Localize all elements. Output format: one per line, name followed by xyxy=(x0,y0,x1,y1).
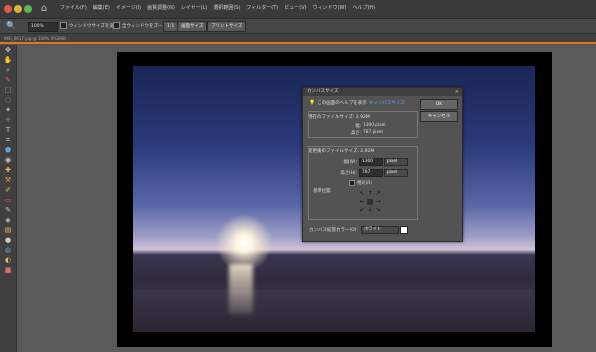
image-reflection xyxy=(229,264,253,314)
fit-screen-button[interactable]: 画面サイズ xyxy=(177,21,208,32)
current-width-value: 1300 pixel xyxy=(363,123,386,128)
help-text: この画面のヘルプを表示 xyxy=(317,101,367,106)
clone-stamp-tool-icon[interactable]: ⚒ xyxy=(0,175,16,185)
new-height-input[interactable]: 787 xyxy=(359,169,383,177)
ok-button[interactable]: OK xyxy=(420,99,458,110)
current-height-value: 787 pixel xyxy=(363,130,383,135)
zoom-level-select[interactable]: 100% xyxy=(28,22,58,32)
magic-wand-tool-icon[interactable]: ✧ xyxy=(0,115,16,125)
spot-healing-tool-icon[interactable]: ✚ xyxy=(0,165,16,175)
anchor-center-icon[interactable] xyxy=(366,198,374,206)
document-tab[interactable]: IMG_0617.jpg @ 100% (RGB/8) xyxy=(0,34,596,44)
width-unit-select[interactable]: pixel xyxy=(384,158,408,166)
menu-edit[interactable]: 編集(E) xyxy=(93,4,110,11)
anchor-grid[interactable]: ↖ ↑ ↗ ← → ↙ ↓ ↘ xyxy=(358,190,382,214)
brush-tool-icon[interactable]: ✐ xyxy=(0,185,16,195)
lightbulb-icon: 💡 xyxy=(309,100,316,106)
menu-help[interactable]: ヘルプ(H) xyxy=(352,4,375,11)
menu-image[interactable]: イメージ(I) xyxy=(116,4,141,11)
new-width-input[interactable]: 1300 xyxy=(359,158,383,166)
menu-bar: ⌂ ファイル(F) 編集(E) イメージ(I) 画質調整(N) レイヤー(L) … xyxy=(0,0,596,19)
dialog-title: カンバスサイズ xyxy=(303,88,462,96)
crop-tool-icon[interactable]: ⌗ xyxy=(0,135,16,145)
print-size-button[interactable]: プリントサイズ xyxy=(207,21,247,32)
home-icon[interactable]: ⌂ xyxy=(38,3,50,15)
menu-file[interactable]: ファイル(F) xyxy=(60,4,87,11)
arrow-down-left-icon[interactable]: ↙ xyxy=(358,206,366,214)
close-icon[interactable]: × xyxy=(455,88,459,96)
zoom-tool-icon[interactable]: ⌕ xyxy=(0,65,16,75)
relative-checkbox[interactable]: 相対(R) xyxy=(349,180,372,186)
zoom-all-windows-label: 全ウィンドウをズーム xyxy=(122,23,167,29)
eraser-tool-icon[interactable]: ▭ xyxy=(0,195,16,205)
quick-select-tool-icon[interactable]: ✦ xyxy=(0,105,16,115)
arrow-up-right-icon[interactable]: ↗ xyxy=(374,190,382,198)
eyedropper-tool-icon[interactable]: ✎ xyxy=(0,75,16,85)
anchor-label: 基準位置: xyxy=(313,189,332,194)
new-width-label: 幅(W): xyxy=(343,160,357,165)
menu-layer[interactable]: レイヤー(L) xyxy=(181,4,208,11)
resize-windows-label: ウィンドウサイズを変更 xyxy=(69,23,119,29)
checkbox-box xyxy=(349,180,355,186)
hand-tool-icon[interactable]: ✋ xyxy=(0,55,16,65)
tool-options-bar: 🔍 100% ウィンドウサイズを変更 全ウィンドウをズーム 1:1 画面サイズ … xyxy=(0,19,596,34)
new-height-label: 高さ(H): xyxy=(340,171,357,176)
arrow-down-icon[interactable]: ↓ xyxy=(366,206,374,214)
zoom-tool-icon: 🔍 xyxy=(6,21,16,30)
new-size-legend: 変更後のファイルサイズ: 2.92M xyxy=(307,148,376,154)
toolbox: ✥ ✋ ⌕ ✎ ⬚ ◌ ✦ ✧ T ⌗ ⬟ ◉ ✚ ⚒ ✐ ▭ ✎ ◈ ▤ ● … xyxy=(0,45,17,352)
extension-color-label: カンバス拡張カラー(O): xyxy=(309,228,359,233)
actual-pixels-button[interactable]: 1:1 xyxy=(163,21,179,32)
relative-label: 相対(R) xyxy=(357,181,372,186)
extension-color-swatch[interactable] xyxy=(400,226,408,234)
canvas-size-dialog: カンバスサイズ × 💡 この画面のヘルプを表示 キャンバスサイズ OK キャンセ… xyxy=(302,87,463,242)
arrow-left-icon[interactable]: ← xyxy=(358,198,366,206)
checkbox-box xyxy=(60,22,67,29)
arrow-down-right-icon[interactable]: ↘ xyxy=(374,206,382,214)
menu-select[interactable]: 選択範囲(S) xyxy=(213,4,240,11)
menu-window[interactable]: ウィンドウ(W) xyxy=(313,4,347,11)
cancel-button[interactable]: キャンセル xyxy=(420,111,458,122)
smart-brush-tool-icon[interactable]: ✎ xyxy=(0,205,16,215)
type-tool-icon[interactable]: T xyxy=(0,125,16,135)
image-beach xyxy=(133,290,535,332)
move-tool-icon[interactable]: ✥ xyxy=(0,45,16,55)
gradient-tool-icon[interactable]: ▤ xyxy=(0,225,16,235)
height-unit-select[interactable]: pixel xyxy=(384,169,408,177)
menu-view[interactable]: ビュー(V) xyxy=(284,4,306,11)
resize-windows-checkbox[interactable]: ウィンドウサイズを変更 xyxy=(60,22,118,29)
help-link[interactable]: キャンバスサイズ xyxy=(369,100,405,106)
maximize-window-icon[interactable] xyxy=(24,5,32,13)
color-swatch-icon[interactable]: ■ xyxy=(0,265,16,275)
menu-filter[interactable]: フィルター(T) xyxy=(246,4,278,11)
zoom-all-windows-checkbox[interactable]: 全ウィンドウをズーム xyxy=(113,22,167,29)
arrow-right-icon[interactable]: → xyxy=(374,198,382,206)
paint-bucket-tool-icon[interactable]: ◈ xyxy=(0,215,16,225)
marquee-tool-icon[interactable]: ⬚ xyxy=(0,85,16,95)
menu-adjust[interactable]: 画質調整(N) xyxy=(147,4,175,11)
checkbox-box xyxy=(113,22,120,29)
lasso-tool-icon[interactable]: ◌ xyxy=(0,95,16,105)
minimize-window-icon[interactable] xyxy=(14,5,22,13)
help-row: 💡 この画面のヘルプを表示 キャンバスサイズ xyxy=(309,100,405,106)
extension-color-select[interactable]: ホワイト xyxy=(361,226,399,234)
shape-tool-icon[interactable]: ⬟ xyxy=(0,145,16,155)
current-height-label: 高さ: xyxy=(350,131,361,136)
blur-tool-icon[interactable]: ● xyxy=(0,235,16,245)
red-eye-tool-icon[interactable]: ◉ xyxy=(0,155,16,165)
menu-list: ファイル(F) 編集(E) イメージ(I) 画質調整(N) レイヤー(L) 選択… xyxy=(60,4,375,11)
arrow-up-icon[interactable]: ↑ xyxy=(366,190,374,198)
close-window-icon[interactable] xyxy=(4,5,12,13)
current-size-legend: 現在のファイルサイズ: 2.92M xyxy=(307,114,371,120)
dodge-tool-icon[interactable]: ◐ xyxy=(0,255,16,265)
sponge-tool-icon[interactable]: ◍ xyxy=(0,245,16,255)
current-width-label: 幅: xyxy=(355,124,361,129)
arrow-up-left-icon[interactable]: ↖ xyxy=(358,190,366,198)
